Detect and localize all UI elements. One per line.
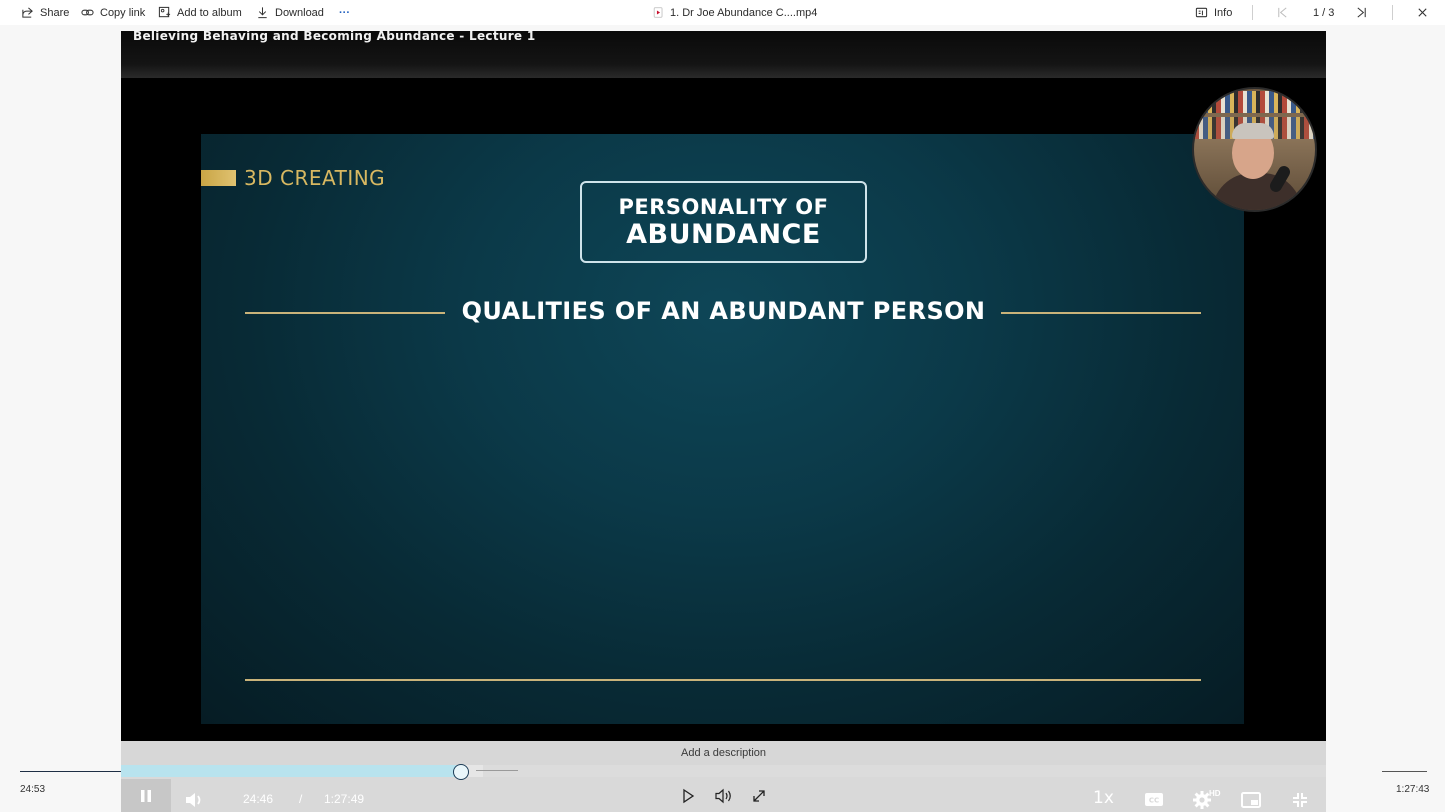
file-name-label: 1. Dr Joe Abundance C....mp4 — [670, 6, 818, 19]
seek-hover-preview — [476, 770, 518, 771]
download-button[interactable]: Download — [256, 5, 324, 20]
download-label: Download — [275, 6, 324, 19]
slide-title-box: PERSONALITY OF ABUNDANCE — [580, 181, 867, 263]
download-icon — [258, 7, 267, 19]
share-icon — [22, 7, 33, 18]
captions-button[interactable]: CC — [1143, 791, 1165, 807]
player-controls: 24:46 / 1:27:49 1x CC HD — [121, 764, 1326, 812]
copy-link-button[interactable]: Copy link — [81, 5, 145, 20]
bottom-rule — [245, 679, 1201, 681]
heading-rule-left — [245, 312, 445, 314]
bookshelf-top — [1194, 91, 1315, 113]
video-title-overlay: Believing Behaving and Becoming Abundanc… — [133, 31, 536, 43]
pause-button[interactable] — [121, 779, 171, 812]
last-item-button[interactable] — [1355, 5, 1368, 20]
add-to-album-label: Add to album — [177, 6, 242, 19]
time-separator: / — [299, 792, 303, 806]
outer-elapsed-time: 24:53 — [20, 784, 46, 795]
seek-knob[interactable] — [453, 764, 470, 780]
exit-fullscreen-button[interactable] — [1290, 791, 1310, 809]
slide-brand: 3D CREATING — [201, 166, 385, 190]
svg-text:CC: CC — [1149, 796, 1159, 804]
page-position-label: 1 / 3 — [1313, 6, 1335, 19]
volume-button[interactable] — [183, 789, 205, 811]
outer-seek-rest[interactable] — [1382, 771, 1427, 772]
seek-bar[interactable] — [121, 764, 1326, 780]
audio-icon — [715, 788, 731, 804]
first-item-button[interactable] — [1276, 5, 1289, 20]
current-time: 24:46 — [243, 792, 274, 806]
page-position: 1 / 3 — [1313, 5, 1334, 20]
volume-icon — [186, 793, 201, 807]
last-icon — [1357, 7, 1366, 18]
speaker-hair — [1232, 123, 1274, 139]
brand-text: 3D CREATING — [244, 166, 386, 190]
outer-duration: 1:27:43 — [1396, 784, 1430, 795]
fullscreen-button[interactable] — [749, 786, 769, 806]
heading-rule-right — [1001, 312, 1201, 314]
play-button[interactable] — [678, 786, 698, 806]
pip-icon — [1241, 792, 1261, 808]
description-field[interactable]: Add a description — [121, 741, 1326, 765]
add-to-album-button[interactable]: Add to album — [158, 5, 242, 20]
info-button[interactable]: Info — [1195, 5, 1232, 20]
webcam-overlay — [1192, 87, 1317, 212]
share-label: Share — [40, 6, 70, 19]
speaker-body — [1212, 173, 1302, 210]
close-icon — [1418, 8, 1427, 17]
slide-title-line2: ABUNDANCE — [626, 218, 821, 250]
file-video-icon — [653, 7, 663, 18]
slide-heading: QUALITIES OF AN ABUNDANT PERSON — [461, 297, 986, 325]
outer-seek-played[interactable] — [20, 771, 121, 772]
play-icon — [683, 788, 695, 804]
video-frame[interactable]: Believing Behaving and Becoming Abundanc… — [121, 31, 1326, 741]
first-icon — [1278, 7, 1287, 18]
close-button[interactable] — [1416, 5, 1429, 20]
more-options-button[interactable]: ··· — [339, 5, 350, 20]
captions-icon: CC — [1145, 792, 1163, 806]
toolbar-divider-2 — [1392, 5, 1393, 20]
file-name: 1. Dr Joe Abundance C....mp4 — [653, 5, 817, 20]
collapse-icon — [1293, 793, 1307, 807]
toolbar-divider — [1252, 5, 1253, 20]
audio-button[interactable] — [713, 786, 735, 806]
album-icon — [158, 6, 171, 18]
slide-title-line1: PERSONALITY OF — [618, 194, 829, 219]
total-duration: 1:27:49 — [324, 792, 365, 806]
brand-bar — [201, 170, 236, 186]
link-icon — [81, 9, 94, 16]
hd-badge: HD — [1209, 789, 1221, 798]
more-label: ··· — [339, 6, 350, 19]
copy-link-label: Copy link — [100, 6, 146, 19]
info-icon — [1195, 7, 1208, 18]
video-title-bar: Believing Behaving and Becoming Abundanc… — [121, 31, 1326, 78]
description-placeholder: Add a description — [681, 747, 766, 759]
expand-icon — [753, 790, 765, 802]
playback-speed[interactable]: 1x — [1093, 788, 1114, 808]
share-button[interactable]: Share — [21, 5, 69, 20]
picture-in-picture-button[interactable] — [1240, 791, 1262, 809]
pause-icon — [141, 789, 151, 802]
top-toolbar: Share Copy link Add to album Download ··… — [0, 0, 1445, 25]
presentation-slide: 3D CREATING PERSONALITY OF ABUNDANCE QUA… — [201, 134, 1244, 724]
seek-played — [121, 765, 462, 777]
info-label: Info — [1214, 6, 1233, 19]
